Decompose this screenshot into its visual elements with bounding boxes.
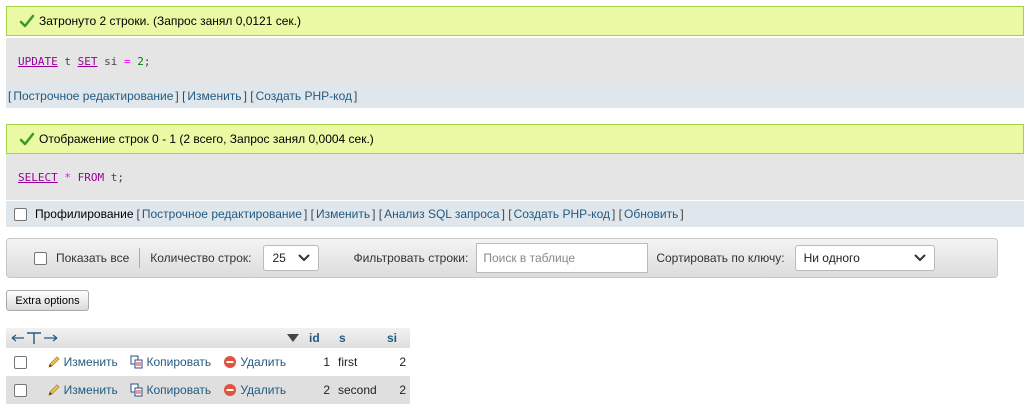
sort-dropdown-icon[interactable] — [287, 334, 299, 342]
divider — [139, 248, 141, 268]
sql-keyword[interactable]: SET — [78, 55, 98, 68]
delete-icon — [224, 356, 237, 369]
sort-by-key-label: Сортировать по ключу: — [656, 251, 785, 265]
success-text: Затронуто 2 строки. (Запрос занял 0,0121… — [39, 14, 301, 28]
extra-options-button[interactable]: Extra options — [6, 290, 89, 311]
filter-rows-input[interactable]: Поиск в таблице — [476, 243, 649, 273]
profiling-label[interactable]: Профилирование — [35, 207, 134, 221]
results-navigation-bar: Показать все Количество строк: 25 Фильтр… — [6, 238, 998, 278]
copy-row-action[interactable]: Копировать — [125, 376, 220, 404]
cell-s: second — [334, 376, 382, 404]
cell-id: 2 — [304, 376, 334, 404]
sql-keyword[interactable]: FROM — [78, 171, 105, 184]
filter-rows-label: Фильтровать строки: — [353, 251, 469, 265]
sql-text: t — [57, 54, 78, 68]
sql-operator: * — [57, 170, 78, 184]
row-checkbox[interactable] — [14, 384, 27, 398]
copy-row-action[interactable]: Копировать — [125, 348, 220, 376]
delete-icon — [224, 384, 237, 397]
edit-query-link[interactable]: Изменить — [187, 89, 241, 103]
create-php-code-link[interactable]: Создать PHP-код — [256, 89, 352, 103]
edit-row-action[interactable]: Изменить — [42, 348, 126, 376]
show-all-label[interactable]: Показать все — [56, 251, 129, 265]
sql-text: t; — [104, 170, 124, 184]
column-header-si[interactable]: si — [382, 328, 410, 348]
query-tools-select: Профилирование [Построчное редактировани… — [6, 201, 1024, 227]
results-table: id s si Изменить Копировать Удалить 1 fi… — [6, 328, 410, 404]
success-message-update: Затронуто 2 строки. (Запрос занял 0,0121… — [6, 6, 1024, 36]
chevron-down-icon — [913, 254, 926, 262]
copy-icon — [130, 383, 142, 397]
row-count-value: 25 — [272, 251, 286, 265]
sql-operator: = — [124, 54, 131, 68]
show-all-checkbox[interactable] — [34, 251, 47, 265]
sort-by-key-value: Ни одного — [803, 251, 860, 265]
delete-row-action[interactable]: Удалить — [219, 376, 304, 404]
checkmark-icon — [19, 132, 35, 146]
edit-row-action[interactable]: Изменить — [42, 376, 126, 404]
sort-by-key-select[interactable]: Ни одного — [794, 245, 935, 271]
profiling-checkbox[interactable] — [14, 207, 27, 221]
pencil-icon — [48, 356, 60, 369]
row-count-select[interactable]: 25 — [263, 245, 320, 271]
create-php-code-link[interactable]: Создать PHP-код — [514, 207, 610, 221]
filter-placeholder: Поиск в таблице — [483, 251, 576, 265]
row-checkbox[interactable] — [14, 356, 27, 370]
inline-edit-link[interactable]: Построчное редактирование — [142, 207, 302, 221]
column-arrows-icon[interactable] — [11, 331, 59, 345]
analyze-sql-link[interactable]: Анализ SQL запроса — [384, 207, 499, 221]
pencil-icon — [48, 384, 60, 397]
success-message-select: Отображение строк 0 - 1 (2 всего, Запрос… — [6, 124, 1024, 154]
table-row: Изменить Копировать Удалить 1 first 2 — [6, 348, 410, 376]
success-text: Отображение строк 0 - 1 (2 всего, Запрос… — [39, 132, 374, 146]
checkmark-icon — [19, 14, 35, 28]
cell-id: 1 — [304, 348, 334, 376]
sql-keyword[interactable]: UPDATE — [18, 55, 58, 68]
chevron-down-icon — [298, 254, 311, 262]
table-row: Изменить Копировать Удалить 2 second 2 — [6, 376, 410, 404]
table-header-actions — [6, 328, 304, 348]
column-header-id[interactable]: id — [304, 328, 334, 348]
sql-text: ; — [143, 54, 151, 68]
cell-si: 2 — [382, 348, 410, 376]
column-header-s[interactable]: s — [334, 328, 382, 348]
cell-si: 2 — [382, 376, 410, 404]
query-tools-update: [Построчное редактирование] [Изменить] [… — [6, 84, 1024, 108]
inline-edit-link[interactable]: Построчное редактирование — [13, 89, 173, 103]
copy-icon — [130, 355, 142, 369]
sql-query-update: UPDATE t SET si = 2; — [6, 38, 1024, 84]
sql-text: si — [97, 54, 124, 68]
sql-query-select: SELECT * FROM t; — [6, 154, 1024, 200]
sql-keyword[interactable]: SELECT — [18, 171, 58, 184]
row-count-label: Количество строк: — [150, 251, 252, 265]
delete-row-action[interactable]: Удалить — [219, 348, 304, 376]
sql-number: 2 — [130, 54, 144, 68]
edit-query-link[interactable]: Изменить — [316, 207, 370, 221]
cell-s: first — [334, 348, 382, 376]
refresh-link[interactable]: Обновить — [624, 207, 678, 221]
